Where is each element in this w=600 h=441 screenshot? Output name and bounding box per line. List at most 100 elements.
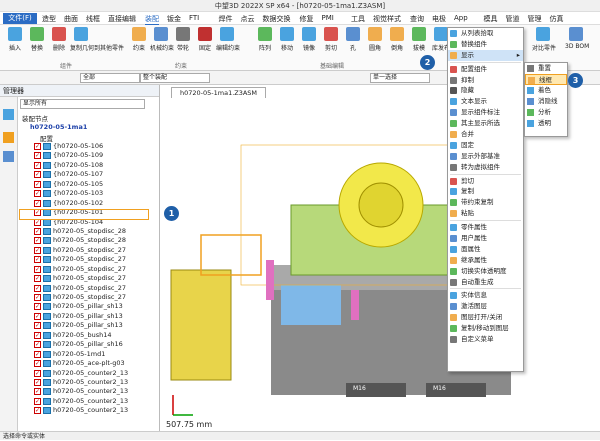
filter-combo[interactable]: 全部	[80, 73, 140, 83]
context-menu-item[interactable]: 面属性	[448, 244, 523, 255]
menu-item[interactable]: FTI	[189, 14, 199, 22]
ribbon-button[interactable]: 阵列	[254, 27, 276, 52]
ribbon-button[interactable]: 圆角	[364, 27, 386, 52]
visibility-checkbox[interactable]	[34, 406, 41, 416]
context-menu-item[interactable]: 实体信息	[448, 290, 523, 301]
visibility-checkbox[interactable]	[34, 274, 41, 284]
visibility-checkbox[interactable]	[34, 142, 41, 151]
visibility-checkbox[interactable]	[34, 293, 41, 302]
scope-combo[interactable]: 整个装配	[140, 73, 210, 83]
context-menu-item[interactable]: 显示外部基准	[448, 151, 523, 162]
visibility-checkbox[interactable]	[34, 387, 41, 397]
menu-item[interactable]: 曲面	[64, 14, 78, 24]
tree-row[interactable]: h0720-05_counter2_13	[0, 387, 158, 397]
menu-item[interactable]: 查询	[410, 14, 424, 24]
visibility-checkbox[interactable]	[34, 161, 41, 170]
tree-row[interactable]: h0720-05_pillar_sh13	[0, 321, 158, 331]
submenu-item[interactable]: 线框	[525, 74, 567, 85]
assembly-icon[interactable]	[3, 109, 14, 120]
visibility-checkbox[interactable]	[34, 340, 41, 350]
ribbon-button[interactable]: 替换	[26, 27, 48, 52]
visibility-checkbox[interactable]	[34, 312, 41, 321]
tree-row[interactable]: h0720-05_stopdisc_27	[0, 246, 158, 255]
visibility-checkbox[interactable]	[34, 180, 41, 189]
context-menu-item[interactable]: 切换实体透明度	[448, 266, 523, 277]
context-menu-item[interactable]: 用户属性	[448, 233, 523, 244]
context-menu-item[interactable]: 配置组件	[448, 64, 523, 75]
menu-item[interactable]: 装配	[145, 14, 159, 25]
visibility-checkbox[interactable]	[34, 359, 41, 369]
visibility-checkbox[interactable]	[34, 284, 41, 293]
tree-row[interactable]: h0720-05_stopdisc_28	[0, 236, 158, 246]
visibility-checkbox[interactable]	[34, 227, 41, 236]
menu-item[interactable]: 视觉样式	[373, 14, 401, 24]
menu-item[interactable]: 线框	[86, 14, 100, 24]
visibility-checkbox[interactable]	[34, 246, 41, 255]
visibility-checkbox[interactable]	[34, 302, 41, 312]
tree-row[interactable]: h0720-05_pillar_sh13	[0, 302, 158, 312]
ribbon-button[interactable]: 约束	[128, 27, 150, 52]
menu-item[interactable]: PMI	[322, 14, 334, 22]
select-mode-combo[interactable]: 单一选择	[370, 73, 430, 83]
context-menu-item[interactable]: 继承属性	[448, 255, 523, 266]
menu-item[interactable]: 仿真	[550, 14, 564, 24]
tree-row[interactable]: h0720-05_stopdisc_27	[0, 255, 158, 265]
menu-item[interactable]: 点云	[241, 14, 255, 24]
tree-row[interactable]: {h0720-05-108	[0, 161, 158, 170]
visibility-checkbox[interactable]	[34, 265, 41, 274]
menu-item[interactable]: 修复	[300, 14, 314, 24]
menu-item[interactable]: App	[454, 14, 468, 22]
ribbon-button[interactable]: 编辑约束	[216, 27, 240, 52]
tree-row[interactable]: h0720-05_counter2_13	[0, 378, 158, 387]
submenu-item[interactable]: 透明	[525, 118, 567, 129]
submenu-item[interactable]: 分析	[525, 107, 567, 118]
file-menu-button[interactable]: 文件(F)	[3, 13, 37, 24]
visibility-checkbox[interactable]	[34, 255, 41, 265]
context-menu-item[interactable]: 从列表拾取	[448, 28, 523, 39]
ribbon-button[interactable]: 复制几何到其他零件	[70, 27, 124, 52]
tree-row[interactable]: h0720-05_stopdisc_27	[0, 284, 158, 293]
visibility-checkbox[interactable]	[34, 331, 41, 340]
tree-row[interactable]: h0720-05_stopdisc_27	[0, 265, 158, 274]
tree-row[interactable]: {h0720-05-107	[0, 170, 158, 180]
context-menu-item[interactable]: 零件属性	[448, 222, 523, 233]
visibility-checkbox[interactable]	[34, 199, 41, 208]
visibility-checkbox[interactable]	[34, 378, 41, 387]
context-menu-item[interactable]: 粘贴	[448, 208, 523, 219]
visibility-checkbox[interactable]	[34, 170, 41, 180]
context-menu-item[interactable]: 固定	[448, 140, 523, 151]
context-menu-item[interactable]: 显示 ▸	[448, 49, 523, 61]
tree-row[interactable]: h0720-05_stopdisc_28	[0, 227, 158, 236]
context-menu-item[interactable]: 显示组件标注	[448, 107, 523, 118]
ribbon-button[interactable]: 带轮	[172, 27, 194, 52]
submenu-item[interactable]: 着色	[525, 85, 567, 96]
ribbon-button[interactable]: 插入	[4, 27, 26, 52]
context-menu-item[interactable]: 合并	[448, 129, 523, 140]
ribbon-button[interactable]: 剪切	[320, 27, 342, 52]
ribbon-button[interactable]: 镜像	[298, 27, 320, 52]
visibility-checkbox[interactable]	[34, 236, 41, 246]
submenu-item[interactable]: 重置	[525, 63, 567, 74]
menu-item[interactable]: 直接编辑	[108, 14, 136, 24]
visibility-checkbox[interactable]	[34, 151, 41, 161]
tree-row[interactable]: h0720-05-1md1	[0, 350, 158, 359]
tree-row[interactable]: h0720-05_stopdisc_27	[0, 274, 158, 284]
context-menu-item[interactable]: 其主显示所选	[448, 118, 523, 129]
menu-item[interactable]: 管道	[506, 14, 520, 24]
context-menu-item[interactable]: 自定义菜单	[448, 334, 523, 345]
tree-row[interactable]: {h0720-05-103	[0, 189, 158, 199]
menu-item[interactable]: 造型	[42, 14, 56, 24]
context-menu-item[interactable]: 转为虚拟组件	[448, 162, 523, 173]
context-menu-item[interactable]: 剪切	[448, 176, 523, 187]
tree-row[interactable]: h0720-05_pillar_sh13	[0, 312, 158, 321]
tree-row[interactable]: h0720-05_counter2_13	[0, 397, 158, 406]
context-menu-item[interactable]: 替换组件	[448, 39, 523, 50]
context-menu-item[interactable]: 抑制	[448, 75, 523, 86]
ribbon-button[interactable]: 对比零件	[532, 27, 556, 52]
ribbon-button[interactable]: 孔	[342, 27, 364, 52]
ribbon-button[interactable]: 移动	[276, 27, 298, 52]
submenu-item[interactable]: 消隐线	[525, 96, 567, 107]
menu-item[interactable]: 模具	[484, 14, 498, 24]
tree-row[interactable]: h0720-05_bush14	[0, 331, 158, 340]
menu-item[interactable]: 钣金	[167, 14, 181, 24]
